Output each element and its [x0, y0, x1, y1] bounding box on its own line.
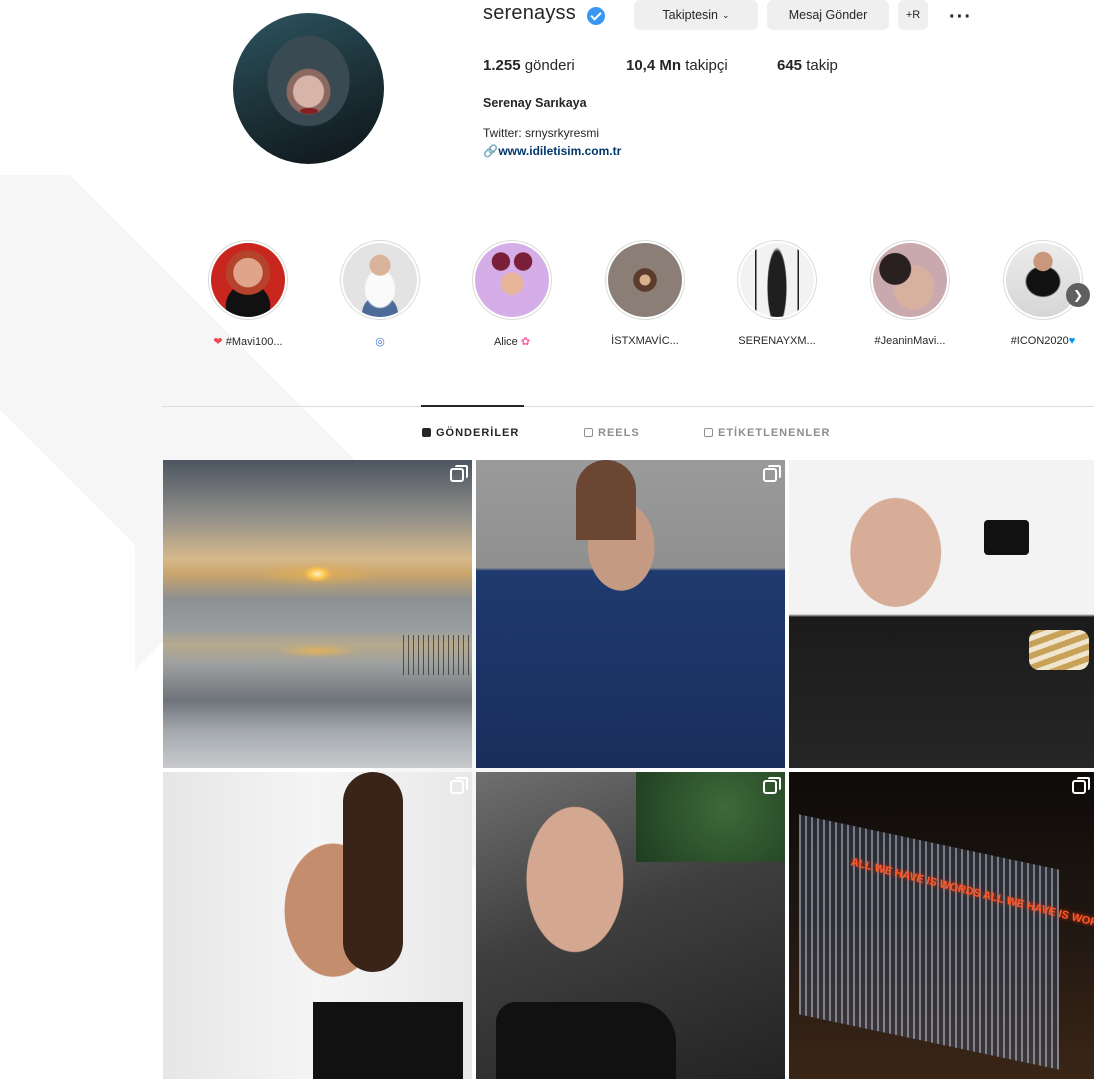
tagged-icon — [704, 428, 713, 437]
highlight-label: #Mavi100... — [225, 336, 283, 348]
profile-full-name: Serenay Sarıkaya — [483, 96, 587, 110]
following-count[interactable]: 645 takip — [777, 57, 838, 74]
highlight-item[interactable]: ◎ — [340, 240, 420, 348]
blue-heart-icon: ♥ — [1068, 335, 1076, 347]
tab-reels-label: REELS — [598, 427, 640, 439]
tab-posts-label: GÖNDERİLER — [436, 427, 520, 439]
following-count-value: 645 — [777, 57, 803, 74]
more-options-icon[interactable]: ··· — [949, 6, 972, 29]
highlight-label: #JeaninMavi... — [874, 335, 946, 347]
grid-icon — [422, 428, 431, 437]
profile-bio: Twitter: srnysrkyresmi — [483, 126, 600, 140]
post-thumbnail[interactable] — [476, 460, 785, 768]
followers-count-label: takipçi — [685, 57, 728, 74]
profile-website-text: www.idiletisim.com.tr — [498, 144, 622, 158]
tab-reels[interactable]: REELS — [584, 427, 640, 439]
highlight-item[interactable]: #ICON2020♥ — [1003, 240, 1083, 347]
following-button[interactable]: Takiptesin ⌄ — [634, 0, 758, 30]
profile-username: serenayss — [483, 2, 576, 24]
carousel-icon — [1072, 777, 1090, 794]
reels-icon — [584, 428, 593, 437]
carousel-icon — [450, 465, 468, 482]
following-count-label: takip — [806, 57, 838, 74]
verified-badge-icon — [587, 7, 605, 25]
tab-tagged-label: ETİKETLENENLER — [718, 427, 831, 439]
send-message-button[interactable]: Mesaj Gönder — [767, 0, 889, 30]
highlight-label: İSTXMAVİC... — [611, 335, 679, 347]
tab-tagged[interactable]: ETİKETLENENLER — [704, 427, 830, 439]
highlight-item[interactable]: #JeaninMavi... — [870, 240, 950, 347]
chevron-down-icon: ⌄ — [722, 9, 730, 20]
followers-count[interactable]: 10,4 Mn takipçi — [626, 57, 728, 74]
active-tab-indicator — [421, 405, 524, 407]
highlight-cover — [873, 243, 947, 317]
posts-count: 1.255 gönderi — [483, 57, 575, 74]
highlight-cover — [211, 243, 285, 317]
highlight-item[interactable]: İSTXMAVİC... — [605, 240, 685, 347]
carousel-icon — [763, 777, 781, 794]
highlight-label: #ICON2020 — [1010, 335, 1069, 347]
highlight-cover — [1006, 243, 1080, 317]
highlight-label: Alice — [493, 336, 518, 348]
profile-website-link[interactable]: 🔗 www.idiletisim.com.tr — [483, 144, 621, 158]
target-icon: ◎ — [375, 336, 385, 348]
post-thumbnail[interactable] — [163, 772, 472, 1079]
tab-posts[interactable]: GÖNDERİLER — [422, 427, 519, 439]
highlight-cover — [475, 243, 549, 317]
profile-avatar[interactable] — [233, 13, 384, 164]
carousel-icon — [763, 465, 781, 482]
posts-count-value: 1.255 — [483, 57, 521, 74]
chevron-right-icon[interactable]: ❯ — [1066, 283, 1090, 307]
link-icon: 🔗 — [483, 144, 498, 158]
highlight-cover — [343, 243, 417, 317]
highlight-item[interactable]: Alice ✿ — [472, 240, 552, 348]
following-button-label: Takiptesin — [662, 8, 719, 22]
flower-icon: ✿ — [520, 336, 531, 348]
tabs-divider — [162, 406, 1094, 407]
posts-count-label: gönderi — [524, 57, 575, 74]
post-thumbnail[interactable] — [163, 460, 472, 768]
followers-count-value: 10,4 Mn — [626, 57, 682, 74]
post-thumbnail[interactable] — [476, 772, 785, 1079]
post-thumbnail[interactable]: ALL WE HAVE IS WORDS ALL WE HAVE IS WORD… — [789, 772, 1094, 1079]
highlight-item[interactable]: SERENAYXM... — [737, 240, 817, 347]
post-thumbnail[interactable] — [789, 460, 1094, 768]
highlight-label: SERENAYXM... — [738, 335, 816, 347]
highlight-cover — [740, 243, 814, 317]
add-user-icon[interactable]: +R — [898, 0, 928, 30]
heart-icon: ❤ — [213, 336, 223, 348]
carousel-icon — [450, 777, 468, 794]
highlight-cover — [608, 243, 682, 317]
highlight-item[interactable]: ❤ #Mavi100... — [208, 240, 288, 348]
